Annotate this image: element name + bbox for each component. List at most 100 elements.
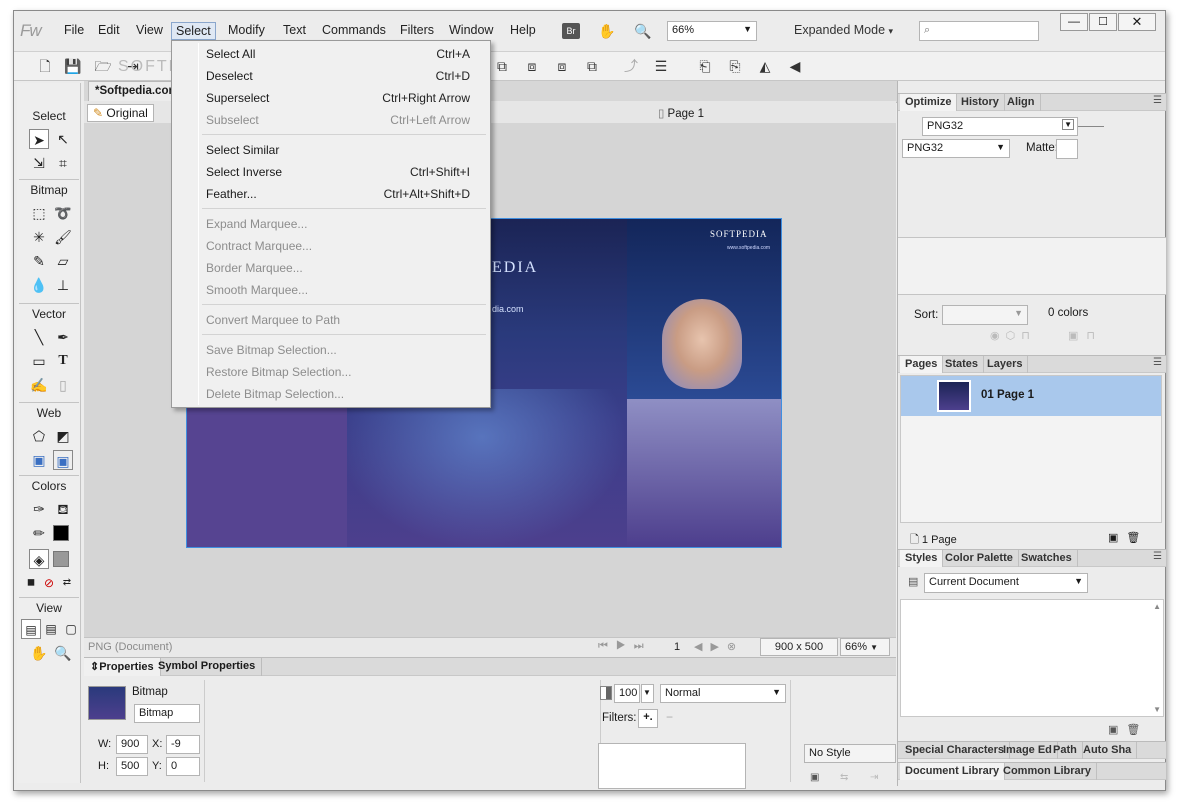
menu-edit[interactable]: Edit [94, 22, 124, 38]
tab-special-characters[interactable]: Special Characters [900, 742, 1011, 759]
eyedropper-tool-icon[interactable]: ✑ [29, 499, 49, 519]
matte-swatch[interactable] [1056, 139, 1078, 159]
menu-modify[interactable]: Modify [224, 22, 269, 38]
tab-align[interactable]: Align [1002, 94, 1041, 111]
format-select[interactable]: PNG32 ▼ [902, 139, 1010, 158]
page-selector[interactable]: ▯ Page 1 [658, 106, 704, 120]
tab-color-palette[interactable]: Color Palette [940, 550, 1019, 567]
menu-item-superselect[interactable]: Superselect Ctrl+Right Arrow [174, 87, 488, 109]
tab-properties[interactable]: ⇕Properties [84, 658, 161, 676]
tab-styles[interactable]: Styles [900, 550, 944, 567]
tab-pages[interactable]: Pages [900, 356, 944, 373]
filters-list[interactable] [598, 743, 746, 789]
page-actions-icons[interactable]: ▣🗑 [1108, 531, 1148, 544]
menu-item-smooth-marquee[interactable]: Smooth Marquee... [174, 279, 488, 301]
tab-auto-shape[interactable]: Auto Sha [1078, 742, 1138, 759]
paint-bucket-icon[interactable]: ⛾ [53, 499, 73, 519]
join-icon[interactable]: ⧉ [583, 57, 601, 75]
blend-mode-select[interactable]: Normal ▼ [660, 684, 786, 703]
tab-history[interactable]: History [956, 94, 1005, 111]
preset-select[interactable]: PNG32 ▼ [922, 117, 1078, 136]
hand-tool-icon[interactable]: ✋ [29, 643, 49, 663]
marquee-tool-icon[interactable]: ⬚ [29, 203, 49, 223]
menu-item-expand-marquee[interactable]: Expand Marquee... [174, 213, 488, 235]
panel-menu-icon[interactable]: ☰ [1153, 357, 1162, 368]
pencil-tool-icon[interactable]: ✎ [29, 251, 49, 271]
tab-symbol-properties[interactable]: Symbol Properties [152, 658, 263, 676]
brush-tool-icon[interactable]: 🖌 [53, 227, 73, 247]
save-icon[interactable]: 💾 [64, 57, 82, 75]
slice-tool-icon[interactable]: ◩ [53, 426, 73, 446]
sort-select[interactable]: ▼ [942, 305, 1028, 325]
menu-item-subselect[interactable]: Subselect Ctrl+Left Arrow [174, 109, 488, 131]
object-name-field[interactable]: Bitmap [134, 704, 200, 723]
hand-icon[interactable]: ✋ [598, 22, 616, 40]
zoom-select[interactable]: 66% ▼ [667, 21, 757, 41]
pen-tool-icon[interactable]: ✒ [53, 327, 73, 347]
menu-item-border-marquee[interactable]: Border Marquee... [174, 257, 488, 279]
open-icon[interactable]: 🗁 [94, 57, 112, 75]
zoom-icon[interactable]: 🔍 [634, 22, 652, 40]
rectangle-tool-icon[interactable]: ▭ [29, 351, 49, 371]
menu-item-convert-marquee[interactable]: Convert Marquee to Path [174, 309, 488, 331]
y-field[interactable]: 0 [166, 757, 200, 776]
standard-screen-icon[interactable]: ▤ [21, 619, 41, 639]
tab-document-library[interactable]: Document Library [900, 763, 1006, 780]
color-actions-icons[interactable]: ◉⬡⊓ [990, 329, 1036, 342]
scroll-down-icon[interactable]: ▼ [1153, 705, 1161, 714]
playback-controls[interactable]: ⏮▶⏭ [598, 640, 652, 653]
scroll-up-icon[interactable]: ▲ [1153, 602, 1161, 611]
workspace-switcher[interactable]: Expanded Mode ▾ [794, 23, 893, 37]
menu-item-contract-marquee[interactable]: Contract Marquee... [174, 235, 488, 257]
menu-view[interactable]: View [132, 22, 167, 38]
no-color-icon[interactable]: ⊘ [39, 573, 59, 593]
menu-item-delete-bitmap-selection[interactable]: Delete Bitmap Selection... [174, 383, 488, 405]
fill-color-swatch[interactable] [53, 551, 69, 567]
canvas-size[interactable]: 900 x 500 [760, 638, 838, 656]
swap-colors-icon[interactable]: ⇄ [57, 573, 77, 593]
menu-file[interactable]: File [60, 22, 88, 38]
search-input[interactable]: ⌕ [919, 21, 1039, 41]
blur-tool-icon[interactable]: 💧 [29, 275, 49, 295]
text-tool-icon[interactable]: T [53, 351, 73, 371]
styles-source-select[interactable]: Current Document ▼ [924, 573, 1088, 593]
knife-tool-icon[interactable]: ▯ [53, 375, 73, 395]
page-row[interactable]: 01 Page 1 [901, 376, 1161, 416]
frame-nav-controls[interactable]: ◀▶⊗ [694, 640, 744, 653]
menu-item-restore-bitmap-selection[interactable]: Restore Bitmap Selection... [174, 361, 488, 383]
flip-horizontal-icon[interactable]: ◭ [756, 57, 774, 75]
panel-menu-icon[interactable]: ☰ [1153, 551, 1162, 562]
panel-menu-icon[interactable]: ☰ [1153, 95, 1162, 106]
hide-slices-icon[interactable]: ▣ [29, 450, 49, 470]
rotate-right-icon[interactable]: ⎘ [726, 57, 744, 75]
menu-item-select-similar[interactable]: Select Similar [174, 139, 488, 161]
menu-item-select-inverse[interactable]: Select Inverse Ctrl+Shift+I [174, 161, 488, 183]
width-field[interactable]: 900 [116, 735, 148, 754]
menu-filters[interactable]: Filters [396, 22, 438, 38]
freeform-tool-icon[interactable]: ✍ [29, 375, 49, 395]
status-zoom[interactable]: 66% ▼ [840, 638, 890, 656]
bridge-button[interactable]: Br [562, 23, 580, 39]
menu-item-feather[interactable]: Feather... Ctrl+Alt+Shift+D [174, 183, 488, 205]
opacity-field[interactable]: 100 [614, 684, 640, 703]
rotate-left-icon[interactable]: ⎗ [696, 57, 714, 75]
menu-text[interactable]: Text [279, 22, 310, 38]
group-icon[interactable]: ⧉ [493, 57, 511, 75]
menu-item-select-all[interactable]: Select All Ctrl+A [174, 43, 488, 65]
styles-list[interactable]: ▲ ▼ [900, 599, 1164, 717]
full-screen-icon[interactable]: ▢ [61, 619, 81, 639]
scale-tool-icon[interactable]: ⇲ [29, 153, 49, 173]
stroke-color-swatch[interactable] [53, 525, 69, 541]
new-file-icon[interactable]: 🗋 [36, 57, 54, 75]
break-style-icon[interactable]: ⇥ [870, 772, 878, 783]
menu-help[interactable]: Help [506, 22, 540, 38]
subselect-tool-icon[interactable]: ↖ [53, 129, 73, 149]
menu-commands[interactable]: Commands [318, 22, 390, 38]
style-select[interactable]: No Style [804, 744, 896, 763]
opacity-dropdown[interactable]: ▼ [641, 684, 654, 703]
tab-common-library[interactable]: Common Library [998, 763, 1098, 780]
style-actions-icons[interactable]: ▣🗑 [1108, 723, 1148, 736]
tab-states[interactable]: States [940, 356, 985, 373]
color-edit-icons[interactable]: ▣⊓ [1068, 329, 1103, 342]
flip-vertical-icon[interactable]: ◀ [786, 57, 804, 75]
